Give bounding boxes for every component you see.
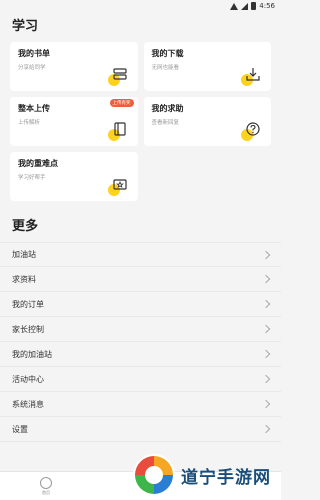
menu-item-label: 活动中心 xyxy=(12,374,44,384)
menu-item-request-materials[interactable]: 求资料 xyxy=(0,267,281,292)
menu-item-label: 求资料 xyxy=(12,274,36,284)
menu-item-system-messages[interactable]: 系统消息 xyxy=(0,392,281,417)
book-list-icon xyxy=(107,64,130,86)
upload-book-icon xyxy=(107,119,130,141)
menu-item-my-orders[interactable]: 我的订单 xyxy=(0,292,281,317)
chevron-right-icon xyxy=(261,399,271,409)
card-title: 我的下载 xyxy=(151,49,184,58)
chevron-right-icon xyxy=(261,250,271,259)
battery-icon xyxy=(251,2,257,10)
chevron-right-icon xyxy=(261,274,271,284)
menu-item-label: 我的加油站 xyxy=(12,349,52,359)
more-section-title: 更多 xyxy=(12,219,39,234)
download-icon xyxy=(241,64,263,86)
card-title: 我的重难点 xyxy=(18,159,58,168)
menu-item-activity-center[interactable]: 活动中心 xyxy=(0,367,281,392)
card-my-booklist[interactable]: 我的书单 分享给同学 xyxy=(10,42,138,91)
menu-item-label: 加油站 xyxy=(12,250,36,259)
menu-item-label: 系统消息 xyxy=(12,399,44,409)
card-my-downloads[interactable]: 我的下载 无网也能看 xyxy=(143,42,271,91)
menu-item-label: 家长控制 xyxy=(12,324,44,334)
watermark-text: 道宁手游网 xyxy=(181,467,271,488)
star-board-icon xyxy=(107,174,130,196)
status-bar: 4:56 xyxy=(0,0,281,12)
menu-item-label: 我的订单 xyxy=(12,299,44,309)
chevron-right-icon xyxy=(261,299,271,309)
wifi-icon xyxy=(230,3,238,10)
watermark: 道宁手游网 xyxy=(131,452,271,498)
more-menu: 加油站 求资料 我的订单 家长控制 我的加油站 活动中心 系统消息 设置 xyxy=(0,242,281,442)
question-icon xyxy=(241,119,263,141)
menu-item-label: 设置 xyxy=(12,424,28,434)
menu-item-settings[interactable]: 设置 xyxy=(0,417,281,442)
status-time: 4:56 xyxy=(259,2,275,10)
chevron-right-icon xyxy=(261,324,271,334)
chevron-right-icon xyxy=(261,424,271,434)
card-title: 我的书单 xyxy=(18,49,50,58)
menu-item-gas-station[interactable]: 加油站 xyxy=(0,242,281,267)
signal-icon xyxy=(241,2,249,10)
tab-home-label: 首页 xyxy=(42,490,50,495)
card-upload-book[interactable]: 整本上传 上传解析 上传有奖 xyxy=(10,97,138,146)
home-icon xyxy=(40,477,52,489)
card-title: 我的求助 xyxy=(151,104,184,113)
watermark-logo-icon xyxy=(131,452,177,498)
tab-home[interactable]: 首页 xyxy=(36,477,56,496)
chevron-right-icon xyxy=(261,349,271,359)
chevron-right-icon xyxy=(261,374,271,384)
card-my-help[interactable]: 我的求助 查看新回复 xyxy=(143,97,271,146)
card-key-points[interactable]: 我的重难点 学习好帮手 xyxy=(10,152,138,201)
study-grid: 我的书单 分享给同学 我的下载 无网也能看 整本上传 上传解析 上传有奖 我的求… xyxy=(0,42,281,201)
study-section-title: 学习 xyxy=(12,19,39,34)
menu-item-my-gas-station[interactable]: 我的加油站 xyxy=(0,342,281,367)
menu-item-parental-control[interactable]: 家长控制 xyxy=(0,317,281,342)
upload-reward-badge: 上传有奖 xyxy=(109,99,134,107)
